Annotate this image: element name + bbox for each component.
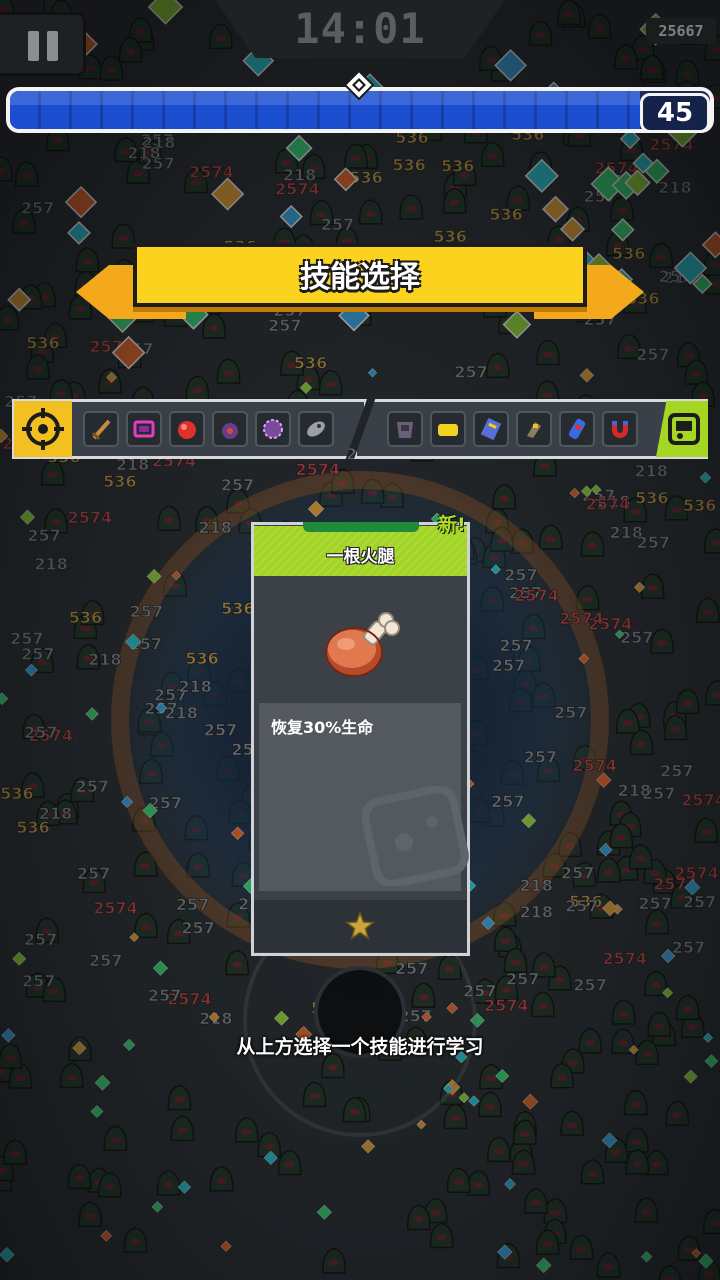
star-icon — [345, 911, 375, 940]
skill-slot[interactable] — [169, 411, 205, 447]
skill-slot[interactable] — [298, 411, 334, 447]
level-badge: 45 — [640, 93, 710, 133]
drone-icon — [133, 420, 155, 438]
fist-icon — [178, 421, 196, 439]
skill-slot[interactable] — [255, 411, 291, 447]
pause-button[interactable] — [0, 12, 86, 76]
xp-bar-fill — [10, 91, 640, 129]
skill-card-title: 一根火腿 — [326, 547, 395, 567]
banner-title: 技能选择 — [300, 260, 420, 295]
skill-slot[interactable] — [473, 411, 509, 447]
skill-slot[interactable] — [430, 411, 466, 447]
skill-description: 恢复30%生命 — [271, 718, 374, 737]
yellow-block-icon — [438, 424, 458, 436]
skill-card-tab — [303, 522, 419, 532]
energy-drink-icon — [568, 418, 586, 440]
skill-slot[interactable] — [387, 411, 423, 447]
rocket-icon — [307, 421, 325, 437]
new-badge: 新! — [438, 514, 466, 536]
card-watermark-icon — [362, 786, 469, 886]
skill-slot[interactable] — [83, 411, 119, 447]
book-icon — [480, 417, 502, 441]
skill-slot[interactable] — [126, 411, 162, 447]
boots-icon — [527, 422, 541, 438]
sword-icon — [91, 419, 111, 441]
skill-slot[interactable] — [212, 411, 248, 447]
gear-saw-icon — [263, 419, 283, 439]
selection-hint: 从上方选择一个技能进行学习 — [236, 1036, 484, 1058]
target-lock-button[interactable] — [14, 401, 72, 457]
xp-marker-icon — [344, 70, 374, 100]
pause-icon-bar — [47, 31, 58, 61]
pause-icon — [28, 31, 39, 61]
ham-icon — [325, 612, 400, 677]
armor-icon — [397, 422, 413, 438]
skill-slot[interactable] — [516, 411, 552, 447]
skill-slot[interactable] — [602, 411, 638, 447]
game-timer: 14:01 — [294, 4, 426, 53]
crosshair-icon — [22, 408, 64, 450]
magnet-icon — [612, 421, 628, 438]
skill-slot[interactable] — [559, 411, 595, 447]
bomb-icon — [222, 423, 238, 439]
score-counter: 25667 — [646, 18, 716, 44]
